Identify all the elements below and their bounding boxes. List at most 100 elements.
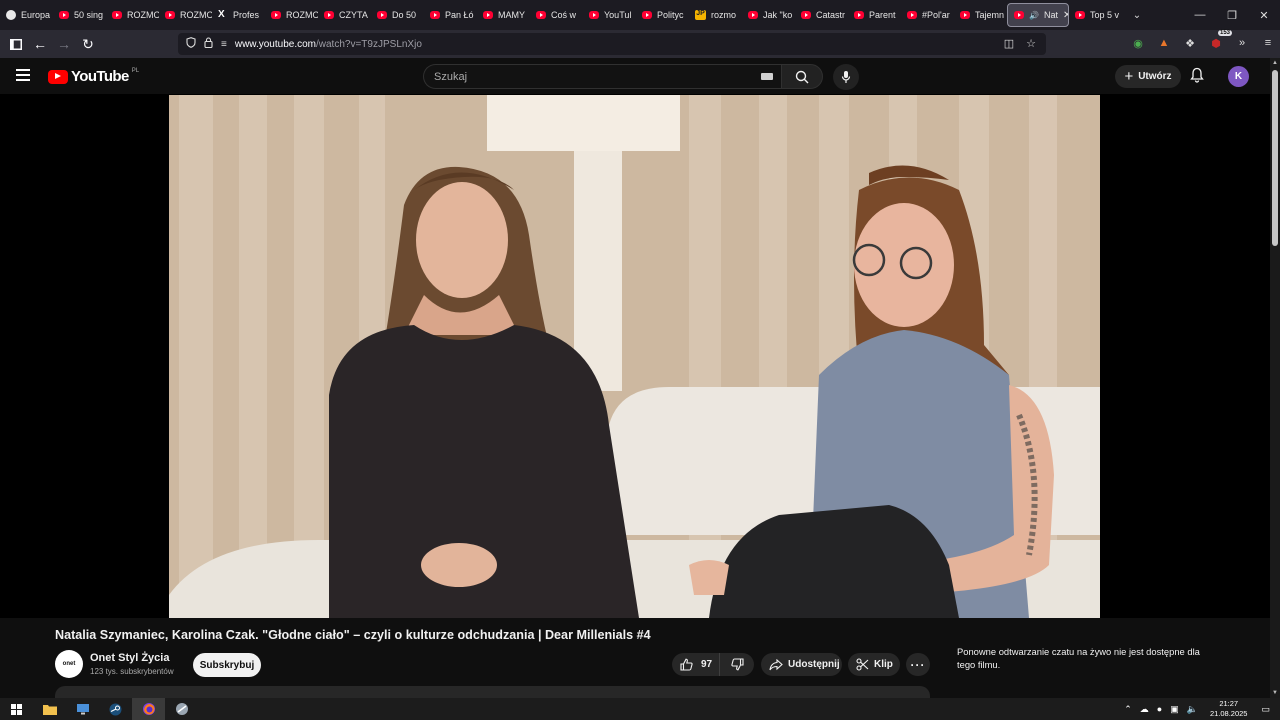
like-button[interactable]: 97 (672, 653, 720, 676)
youtube-icon (801, 11, 811, 19)
voice-search-button[interactable] (833, 64, 859, 90)
window-controls: — ❐ ✕ (1184, 0, 1280, 30)
scrollbar-thumb[interactable] (1272, 70, 1278, 246)
lock-icon[interactable] (204, 37, 213, 51)
browser-tab[interactable]: Europa (0, 3, 53, 27)
browser-tab[interactable]: Jak "ko (742, 3, 795, 27)
create-button[interactable]: + Utwórz (1115, 65, 1181, 88)
browser-tab[interactable]: ROZMO (265, 3, 318, 27)
account-avatar[interactable]: K (1228, 66, 1249, 87)
browser-tab[interactable]: MAMY (477, 3, 530, 27)
youtube-icon (536, 11, 546, 19)
list-all-tabs-button[interactable]: ⌄ (1122, 3, 1152, 27)
youtube-logo-text: YouTube (71, 68, 129, 85)
browser-tab[interactable]: Tajemn (954, 3, 1007, 27)
extensions-icon[interactable]: ❖ (1180, 32, 1200, 54)
windows-start-icon[interactable] (0, 698, 33, 720)
browser-tab[interactable]: Top 5 v (1069, 3, 1122, 27)
scroll-up-icon[interactable]: ▲ (1272, 60, 1278, 66)
browser-tab-strip: Europa 50 sing ROZMO ROZMO X Profes ROZMO CZYTA… (0, 0, 1280, 30)
close-window-icon[interactable]: ✕ (1248, 0, 1280, 30)
permissions-icon[interactable]: ≡ (221, 39, 227, 50)
url-bar[interactable]: ≡ www.youtube.com/watch?v=T9zJPSLnXjo ◫ … (178, 33, 1046, 55)
browser-tab[interactable]: Pan Łó (424, 3, 477, 27)
youtube-logo[interactable]: YouTube PL (48, 68, 139, 85)
tab-label: Nat (1043, 10, 1058, 20)
more-tools-icon[interactable]: » (1232, 32, 1252, 54)
browser-tab[interactable]: Do 50 (371, 3, 424, 27)
country-code: PL (131, 67, 140, 74)
bookmark-star-icon[interactable]: ☆ (1026, 37, 1036, 50)
shield-extension-icon[interactable]: ◉ (1128, 32, 1148, 54)
browser-tab[interactable]: Catastr (795, 3, 848, 27)
more-actions-button[interactable]: ··· (906, 653, 930, 676)
sidebar-toggle-icon[interactable] (4, 32, 28, 56)
tab-label: Europa (21, 10, 51, 20)
subscribe-button[interactable]: Subskrybuj (193, 653, 261, 677)
picture-in-picture-icon[interactable]: ◫ (1004, 37, 1014, 50)
browser-tab[interactable]: X Profes (212, 3, 265, 27)
youtube-icon (642, 11, 652, 19)
volume-icon[interactable]: 🔈 (1187, 704, 1198, 715)
ublock-icon[interactable]: ⬢ 153 (1206, 30, 1232, 54)
back-icon[interactable]: ← (28, 32, 52, 56)
clock[interactable]: 21:27 21.08.2025 (1210, 699, 1248, 719)
app-menu-icon[interactable]: ≡ (1258, 32, 1278, 54)
notifications-bell-icon[interactable] (1190, 67, 1204, 88)
scroll-down-icon[interactable]: ▼ (1272, 690, 1278, 696)
dislike-button[interactable] (720, 653, 754, 676)
microphone-tray-icon[interactable]: ● (1157, 704, 1162, 714)
app-icon[interactable] (165, 698, 198, 720)
steam-icon[interactable] (99, 698, 132, 720)
browser-tab[interactable]: ROZMO (106, 3, 159, 27)
tab-active[interactable]: 🔊Nat✕ (1007, 3, 1069, 27)
tab-label: Parent (869, 10, 896, 20)
browser-tab[interactable]: CZYTA (318, 3, 371, 27)
browser-tab[interactable]: JP rozmo (689, 3, 742, 27)
more-icon: ··· (910, 657, 926, 672)
page-scrollbar[interactable]: ▲ ▼ (1270, 58, 1280, 698)
remote-desktop-icon[interactable] (66, 698, 99, 720)
audio-playing-icon[interactable]: 🔊 (1029, 11, 1039, 20)
search-button[interactable] (781, 64, 823, 89)
minimize-icon[interactable]: — (1184, 0, 1216, 30)
youtube-icon (854, 11, 864, 19)
reload-icon[interactable]: ↻ (76, 32, 100, 56)
browser-tab[interactable]: #Pol'ar (901, 3, 954, 27)
tab-label: MAMY (498, 10, 525, 20)
search-input[interactable]: Szukaj (423, 64, 781, 89)
tracking-shield-icon[interactable] (186, 37, 196, 51)
tab-label: Pan Łó (445, 10, 474, 20)
notifications-icon[interactable]: ▭ (1261, 704, 1270, 715)
channel-name[interactable]: Onet Styl Życia (90, 652, 169, 664)
youtube-icon (59, 11, 69, 19)
description-box[interactable] (55, 686, 930, 698)
browser-tab[interactable]: 50 sing (53, 3, 106, 27)
firefox-icon[interactable] (132, 698, 165, 720)
youtube-icon (377, 11, 387, 19)
search-icon (795, 70, 809, 83)
menu-icon[interactable] (16, 69, 30, 81)
clip-button[interactable]: Klip (848, 653, 900, 676)
file-explorer-icon[interactable] (33, 698, 66, 720)
forward-icon[interactable]: → (52, 32, 76, 56)
youtube-icon (430, 11, 440, 19)
fox-extension-icon[interactable]: ▲ (1154, 32, 1174, 54)
share-button[interactable]: Udostępnij (761, 653, 842, 676)
browser-tab[interactable]: YouTul (583, 3, 636, 27)
tab-label: Jak "ko (763, 10, 793, 20)
browser-tab[interactable]: Parent (848, 3, 901, 27)
show-hidden-icons-icon[interactable]: ⌃ (1124, 704, 1132, 715)
browser-tab[interactable]: ROZMO (159, 3, 212, 27)
system-tray: ⌃ ☁ ● ▣ 🔈 21:27 21.08.2025 ▭ (1124, 698, 1280, 720)
restore-icon[interactable]: ❐ (1216, 0, 1248, 30)
channel-avatar[interactable]: onet (55, 650, 83, 678)
video-frame[interactable] (169, 95, 1100, 618)
onedrive-icon[interactable]: ☁ (1140, 704, 1149, 715)
url-text[interactable]: www.youtube.com/watch?v=T9zJPSLnXjo (235, 39, 422, 50)
network-icon[interactable]: ▣ (1170, 704, 1179, 715)
keyboard-icon[interactable] (761, 73, 773, 80)
video-player[interactable] (0, 94, 1270, 618)
browser-tab[interactable]: Coś w (530, 3, 583, 27)
browser-tab[interactable]: Polityc (636, 3, 689, 27)
